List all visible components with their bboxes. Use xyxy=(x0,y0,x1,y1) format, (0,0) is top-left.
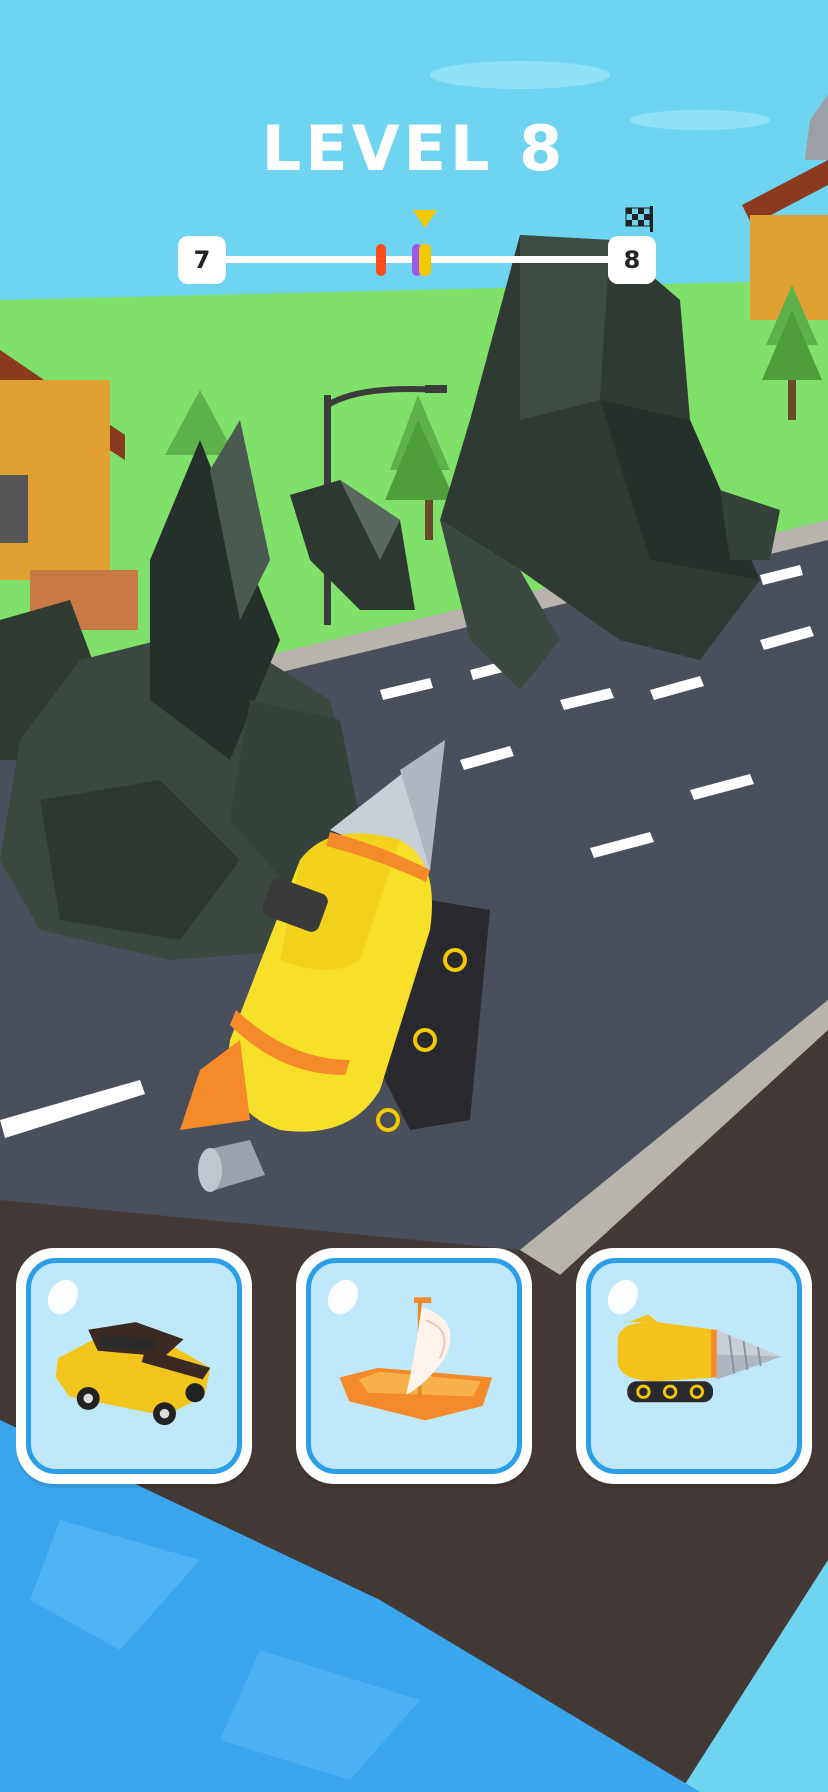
level-title: LEVEL 8 xyxy=(261,112,567,185)
drill-icon xyxy=(617,1314,782,1403)
cloud xyxy=(430,61,610,89)
car-icon xyxy=(55,1322,211,1426)
vehicle-option-drill[interactable] xyxy=(576,1248,812,1484)
card-inner xyxy=(26,1258,242,1474)
vehicle-option-boat[interactable] xyxy=(296,1248,532,1484)
next-level-badge: 8 xyxy=(608,236,656,284)
level-progress-bar: 7 8 xyxy=(178,206,656,284)
boat-icon xyxy=(339,1297,493,1421)
house-window xyxy=(0,475,28,543)
finish-flag-icon xyxy=(625,206,653,232)
player-marker xyxy=(418,244,431,276)
player-pointer-icon xyxy=(412,210,437,228)
vehicle-option-car[interactable] xyxy=(16,1248,252,1484)
card-inner xyxy=(586,1258,802,1474)
opponent-marker xyxy=(376,244,387,276)
card-inner xyxy=(306,1258,522,1474)
current-level-badge: 7 xyxy=(178,236,226,284)
